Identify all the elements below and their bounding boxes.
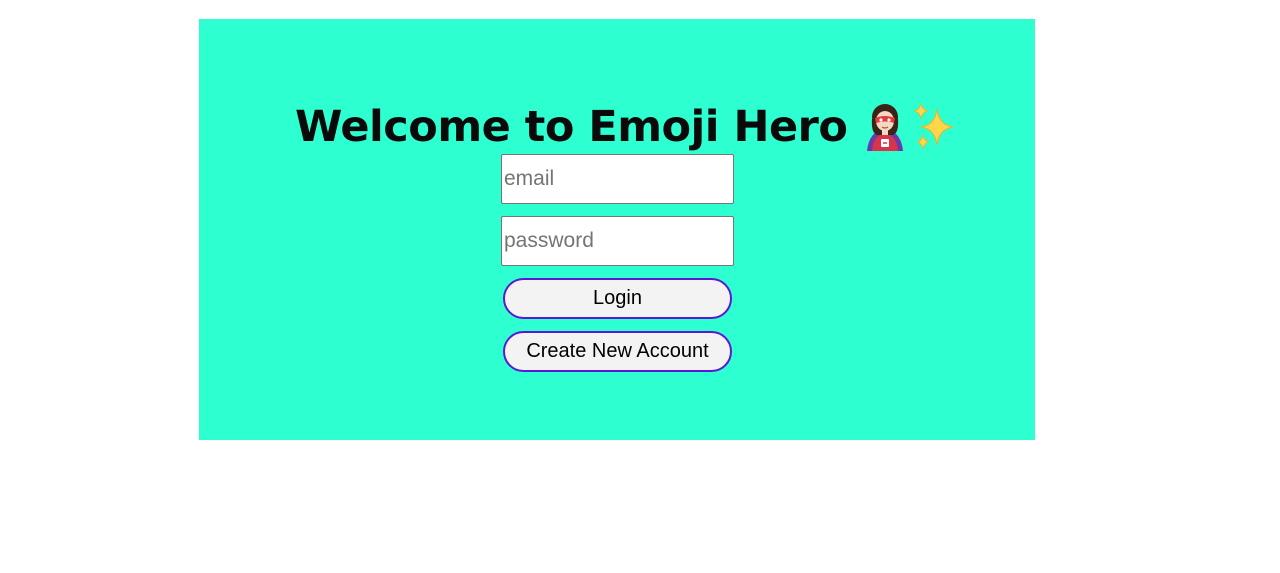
email-field[interactable] (501, 154, 734, 204)
superhero-woman-icon (867, 104, 904, 151)
title-row: Welcome to Emoji Hero (295, 101, 959, 153)
sparkles-icon (914, 102, 954, 150)
password-field[interactable] (501, 216, 734, 266)
login-card: Welcome to Emoji Hero email Login Create… (199, 19, 1035, 440)
title-text: Welcome to Emoji Hero (295, 102, 848, 152)
create-account-button[interactable]: Create New Account (503, 331, 732, 372)
login-button[interactable]: Login (503, 278, 732, 319)
